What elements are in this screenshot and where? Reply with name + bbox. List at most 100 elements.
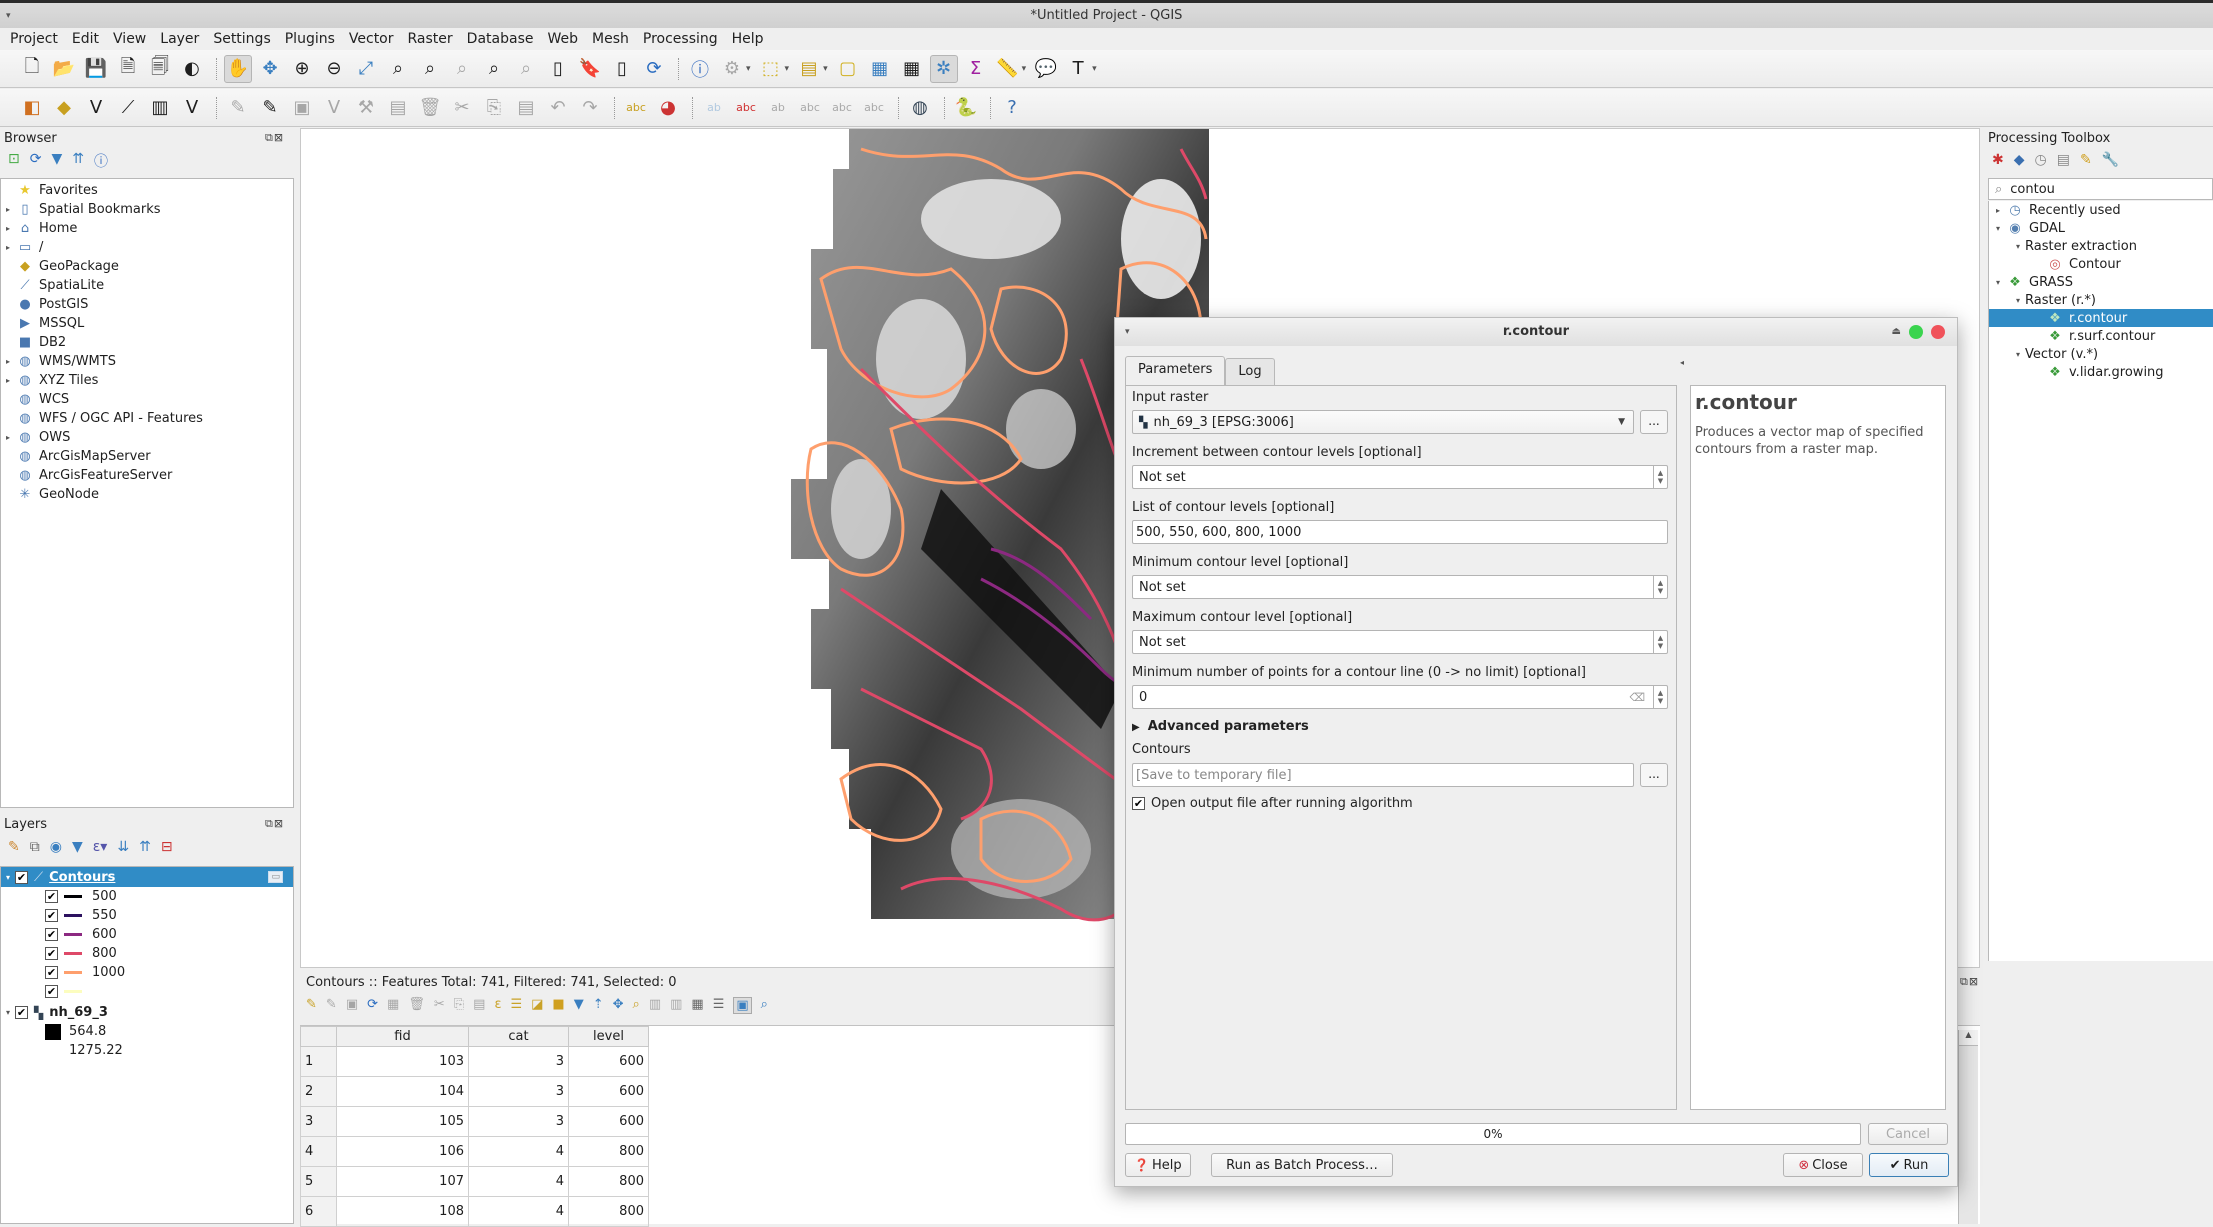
row-header[interactable]: 2 <box>300 1076 337 1107</box>
cell-fid[interactable]: 107 <box>336 1166 469 1197</box>
toolbox-item-raster-extraction[interactable]: ▾ Raster extraction <box>1989 237 2213 255</box>
spinbox-arrows-icon[interactable]: ▲ ▼ <box>1653 576 1667 598</box>
dropdown-arrow-icon[interactable]: ▾ <box>785 64 790 74</box>
layer-contours[interactable]: ▾ ✔ ⟋ Contours ▭ <box>1 867 293 887</box>
browser-item-wcs[interactable]: ◍ WCS <box>1 390 293 409</box>
advanced-parameters-toggle[interactable]: ▶ Advanced parameters <box>1132 719 1309 734</box>
browser-item-spatialite[interactable]: ⟋ SpatiaLite <box>1 276 293 295</box>
invert-selection-icon[interactable]: ◪ <box>531 997 543 1014</box>
new-virtual-layer-icon[interactable]: V <box>178 94 206 122</box>
spinbox-arrows-icon[interactable]: ▲ ▼ <box>1653 686 1667 708</box>
current-edits-icon[interactable]: ✎ <box>224 94 252 122</box>
collapse-all-icon[interactable]: ⇈ <box>72 151 84 171</box>
menu-vector[interactable]: Vector <box>349 31 394 47</box>
row-header[interactable]: 6 <box>300 1196 337 1227</box>
menu-database[interactable]: Database <box>467 31 534 47</box>
scroll-up-arrow-icon[interactable]: ▲ <box>1959 1030 1978 1046</box>
row-header[interactable]: 5 <box>300 1166 337 1197</box>
browser-item-arcgisfeatureserver[interactable]: ◍ ArcGisFeatureServer <box>1 466 293 485</box>
close-button[interactable]: ⊗ Close <box>1783 1153 1863 1177</box>
spinbox-arrows-icon[interactable]: ▲ ▼ <box>1653 466 1667 488</box>
highlight-labels-icon[interactable]: abc <box>732 94 760 122</box>
layer-visibility-checkbox[interactable]: ✔ <box>15 870 28 884</box>
cell-level[interactable]: 800 <box>568 1136 649 1167</box>
toolbox-item-recently-used[interactable]: ▸ ◷ Recently used <box>1989 201 2213 219</box>
options-icon[interactable]: 🔧 <box>2102 152 2119 168</box>
run-action-icon[interactable]: ⚙ <box>718 55 746 83</box>
actions-icon[interactable]: ⌕ <box>761 997 768 1014</box>
expand-arrow-icon[interactable]: ▸ <box>1991 206 2005 215</box>
label-icon[interactable]: abc <box>622 94 650 122</box>
maximize-button[interactable] <box>1909 325 1923 339</box>
zoom-in-icon[interactable]: ⊕ <box>288 55 316 83</box>
select-features-icon[interactable]: ⬚ <box>757 55 785 83</box>
browser-item-ows[interactable]: ▸ ◍ OWS <box>1 428 293 447</box>
menu-view[interactable]: View <box>113 31 146 47</box>
new-print-layout-icon[interactable]: 🗎 <box>114 55 142 83</box>
change-label-icon[interactable]: abc <box>860 94 888 122</box>
float-panel-icon[interactable]: ⧉ <box>1960 975 1969 988</box>
levels-input[interactable]: 500, 550, 600, 800, 1000 <box>1132 520 1668 544</box>
cell-cat[interactable]: 4 <box>468 1136 569 1167</box>
input-raster-select[interactable]: ▚ nh_69_3 [EPSG:3006] ▼ <box>1132 410 1634 434</box>
output-browse-button[interactable]: ... <box>1640 763 1668 787</box>
menu-layer[interactable]: Layer <box>160 31 199 47</box>
browser-item-home[interactable]: ▸ ⌂ Home <box>1 219 293 238</box>
python-console-icon[interactable]: 🐍 <box>952 94 980 122</box>
digitize-icon[interactable]: V <box>320 94 348 122</box>
close-window-button[interactable] <box>1931 325 1945 339</box>
legend-class-550[interactable]: ✔ 550 <box>1 906 293 925</box>
manage-visibility-icon[interactable]: ◉ <box>50 839 62 855</box>
legend-class-800[interactable]: ✔ 800 <box>1 944 293 963</box>
browser-item-xyz-tiles[interactable]: ▸ ◍ XYZ Tiles <box>1 371 293 390</box>
add-selected-layers-icon[interactable]: ⊡ <box>8 151 20 171</box>
zoom-to-selected-icon[interactable]: ⌕ <box>633 997 640 1014</box>
expand-arrow-icon[interactable]: ▸ <box>1 243 15 252</box>
layout-manager-icon[interactable]: 🗐 <box>146 55 174 83</box>
multi-edit-icon[interactable]: ✎ <box>326 997 337 1014</box>
zoom-to-layer-icon[interactable]: ⌕ <box>416 55 444 83</box>
collapse-help-icon[interactable]: ◂ <box>1680 358 1684 367</box>
refresh-icon[interactable]: ⟳ <box>30 151 42 171</box>
copy-icon[interactable]: ⎘ <box>454 997 464 1014</box>
show-bookmarks-icon[interactable]: ▯ <box>608 55 636 83</box>
history-icon[interactable]: ◷ <box>2035 152 2047 168</box>
output-file-input[interactable]: [Save to temporary file] <box>1132 763 1634 787</box>
dropdown-arrow-icon[interactable]: ▾ <box>1022 64 1027 74</box>
collapse-arrow-icon[interactable]: ▾ <box>1 1008 15 1017</box>
move-selection-top-icon[interactable]: ⇡ <box>593 997 604 1014</box>
collapse-arrow-icon[interactable]: ▾ <box>1991 278 2005 287</box>
rotate-label-icon[interactable]: abc <box>828 94 856 122</box>
table-row[interactable]: 1 103 3 600 <box>300 1046 649 1077</box>
properties-info-icon[interactable]: ⓘ <box>94 151 108 171</box>
menu-help[interactable]: Help <box>732 31 764 47</box>
pan-to-selected-icon[interactable]: ✥ <box>613 997 624 1014</box>
new-shapefile-icon[interactable]: V <box>82 94 110 122</box>
new-map-view-icon[interactable]: ▯ <box>544 55 572 83</box>
input-raster-browse-button[interactable]: ... <box>1640 410 1668 434</box>
delete-feature-icon[interactable]: 🗑 <box>408 997 425 1014</box>
close-panel-icon[interactable]: ⊠ <box>274 817 284 830</box>
add-feature-icon[interactable]: ▦ <box>387 997 399 1014</box>
collapse-arrow-icon[interactable]: ▾ <box>2011 296 2025 305</box>
table-row[interactable]: 2 104 3 600 <box>300 1076 649 1107</box>
select-by-value-icon[interactable]: ▤ <box>795 55 823 83</box>
browser-item-spatial-bookmarks[interactable]: ▸ ▯ Spatial Bookmarks <box>1 200 293 219</box>
field-calculator-icon[interactable]: ▦ <box>898 55 926 83</box>
cell-level[interactable]: 800 <box>568 1196 649 1227</box>
delete-selected-icon[interactable]: 🗑 <box>416 94 444 122</box>
measure-icon[interactable]: 📏 <box>994 55 1022 83</box>
new-geopackage-icon[interactable]: ◆ <box>50 94 78 122</box>
run-button[interactable]: ✔ Run <box>1869 1153 1949 1177</box>
results-viewer-icon[interactable]: ▤ <box>2057 152 2070 168</box>
class-visibility-checkbox[interactable]: ✔ <box>45 890 58 903</box>
browser-item-geonode[interactable]: ✳ GeoNode <box>1 485 293 504</box>
spinbox-arrows-icon[interactable]: ▲ ▼ <box>1653 631 1667 653</box>
toolbox-item-vector-v[interactable]: ▾ Vector (v.*) <box>1989 345 2213 363</box>
class-visibility-checkbox[interactable]: ✔ <box>45 909 58 922</box>
open-output-checkbox[interactable]: ✔ <box>1132 797 1145 810</box>
statistics-icon[interactable]: Σ <box>962 55 990 83</box>
browser-item-db2[interactable]: ■ DB2 <box>1 333 293 352</box>
tab-parameters[interactable]: Parameters <box>1125 356 1226 385</box>
legend-class-500[interactable]: ✔ 500 <box>1 887 293 906</box>
